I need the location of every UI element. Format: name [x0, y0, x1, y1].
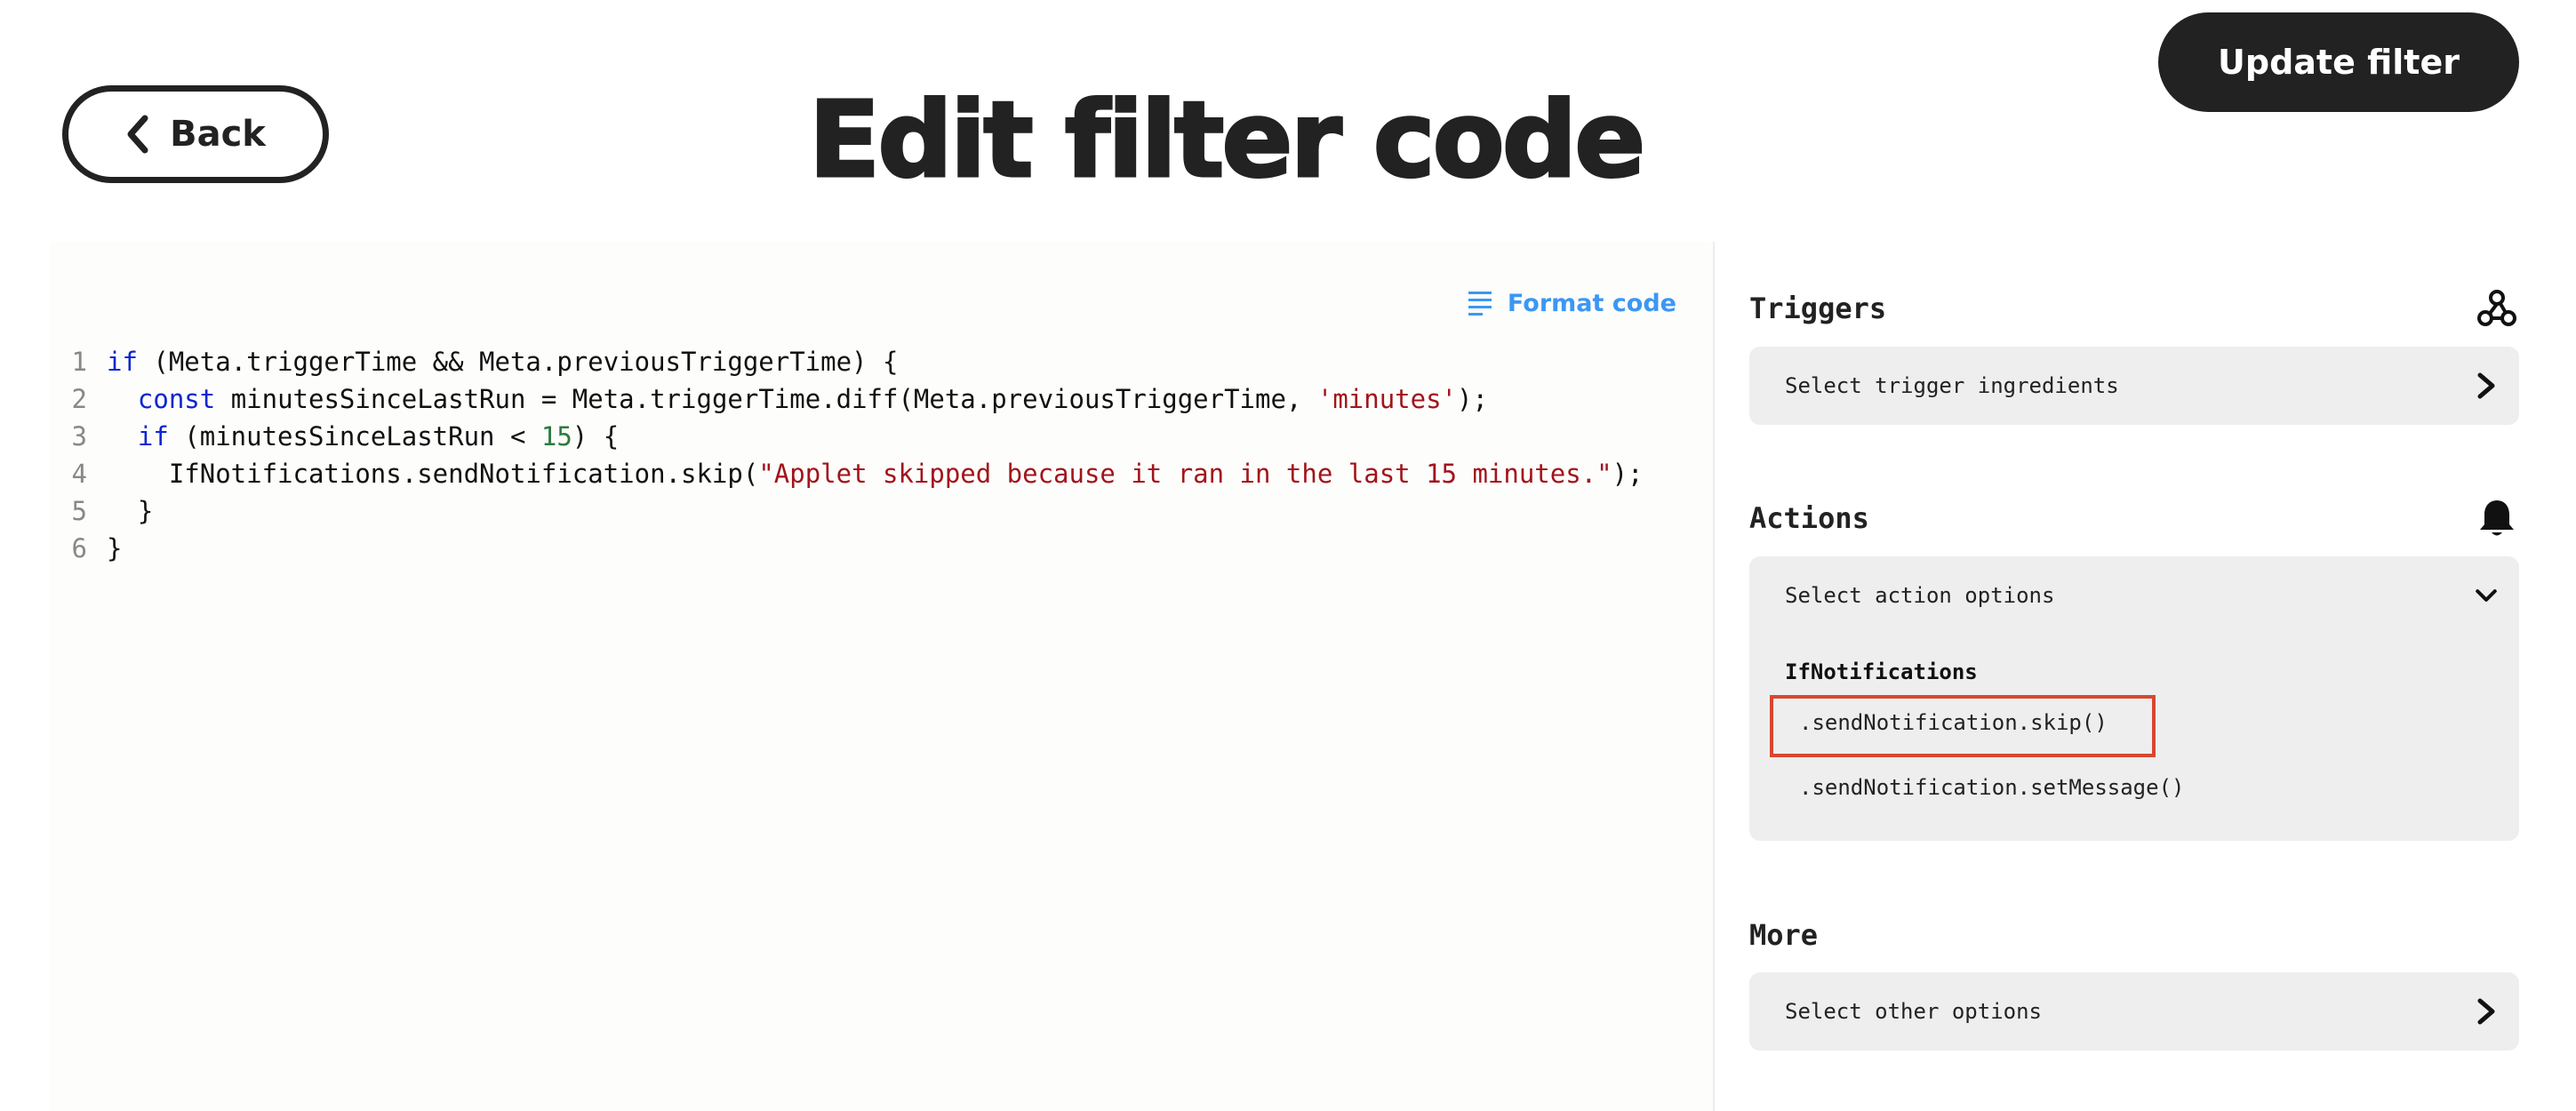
panel-divider: [1713, 242, 1715, 1111]
line-number: 6: [71, 533, 87, 563]
code-token: IfNotifications.sendNotification.skip(: [107, 459, 759, 489]
bell-icon: [2480, 500, 2514, 536]
trigger-select-label: Select trigger ingredients: [1785, 373, 2119, 398]
chevron-right-icon: [2477, 998, 2495, 1025]
code-line[interactable]: 3 if (minutesSinceLastRun < 15) {: [0, 418, 1644, 455]
more-select-label: Select other options: [1785, 999, 2042, 1024]
action-group-label: IfNotifications: [1785, 659, 1978, 684]
code-token: (Meta.triggerTime && Meta.previousTrigge…: [137, 347, 899, 377]
code-token: );: [1612, 459, 1644, 489]
code-line[interactable]: 6}: [0, 530, 1644, 567]
code-line[interactable]: 5 }: [0, 492, 1644, 530]
code-token: 15: [540, 421, 572, 452]
action-select-label: Select action options: [1785, 583, 2055, 608]
code-line[interactable]: 1 if (Meta.triggerTime && Meta.previousTr…: [0, 343, 1644, 380]
action-select[interactable]: Select action options IfNotifications .s…: [1749, 556, 2519, 841]
code-lines[interactable]: 1 if (Meta.triggerTime && Meta.previousTr…: [0, 343, 1644, 567]
format-code-button[interactable]: Format code: [1468, 290, 1676, 317]
code-token: const: [137, 384, 216, 414]
more-heading: More: [1749, 918, 1819, 952]
code-token: );: [1457, 384, 1488, 414]
code-token: }: [107, 496, 154, 526]
more-select[interactable]: Select other options: [1749, 972, 2519, 1051]
format-lines-icon: [1468, 291, 1492, 316]
line-number: 1: [71, 347, 87, 377]
actions-heading: Actions: [1749, 501, 1869, 535]
action-option-skip[interactable]: .sendNotification.skip(): [1799, 710, 2108, 735]
chevron-down-icon: [2476, 589, 2497, 602]
line-number: 5: [71, 496, 87, 526]
code-token: }: [107, 533, 123, 563]
trigger-select[interactable]: Select trigger ingredients: [1749, 347, 2519, 425]
code-token: 'minutes': [1316, 384, 1457, 414]
line-number: 3: [71, 421, 87, 452]
code-token: "Applet skipped because it ran in the la…: [758, 459, 1612, 489]
code-line[interactable]: 2 const minutesSinceLastRun = Meta.trigg…: [0, 380, 1644, 418]
code-token: if: [107, 347, 138, 377]
format-code-label: Format code: [1507, 290, 1676, 317]
code-token: minutesSinceLastRun = Meta.triggerTime.d…: [215, 384, 1317, 414]
triggers-heading: Triggers: [1749, 292, 1887, 325]
webhook-icon: [2477, 290, 2516, 326]
line-number: 4: [71, 459, 87, 489]
line-number: 2: [71, 384, 87, 414]
action-option-set-message[interactable]: .sendNotification.setMessage(): [1799, 775, 2184, 800]
code-token: (minutesSinceLastRun <: [168, 421, 541, 452]
chevron-right-icon: [2477, 372, 2495, 399]
code-token: if: [137, 421, 169, 452]
code-line[interactable]: 4 IfNotifications.sendNotification.skip(…: [0, 455, 1644, 492]
update-filter-button[interactable]: Update filter: [2158, 12, 2519, 112]
code-token: ) {: [572, 421, 620, 452]
